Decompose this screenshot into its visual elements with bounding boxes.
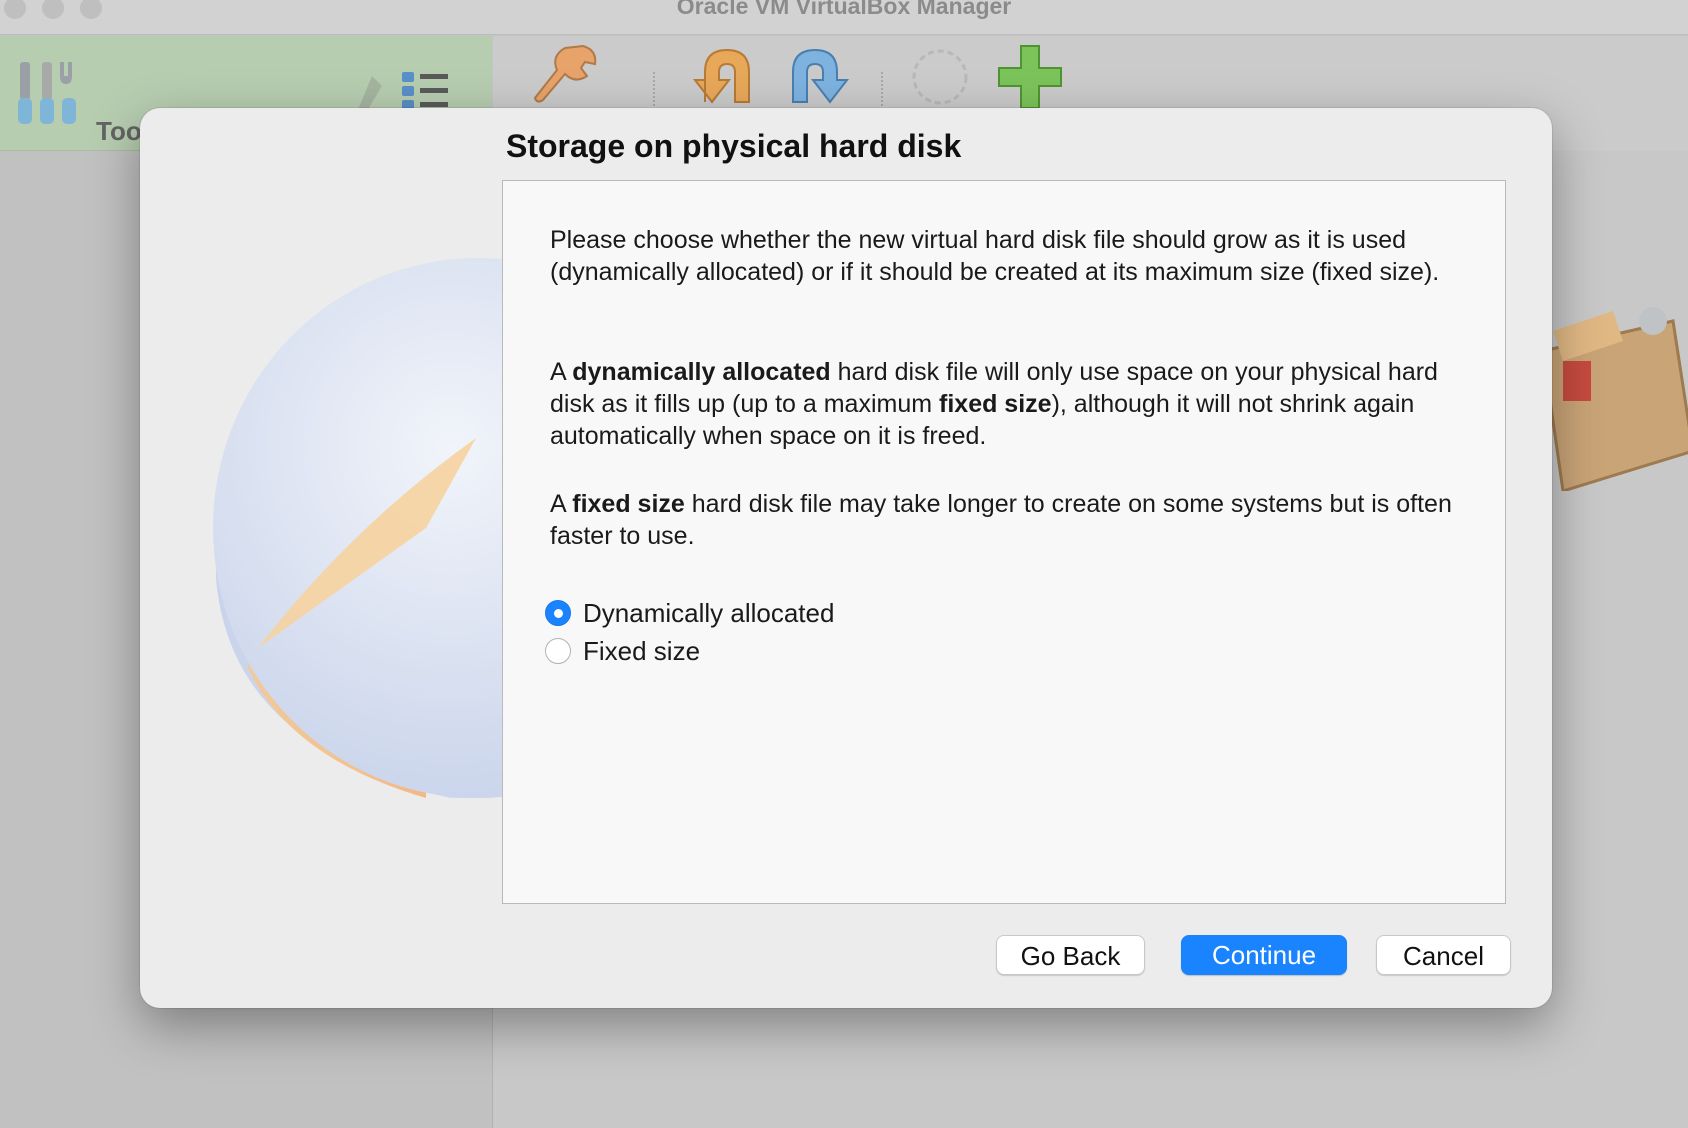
window-title: Oracle VM VirtualBox Manager xyxy=(676,0,1012,19)
radio-button[interactable] xyxy=(545,600,571,626)
dynamic-info-paragraph: A dynamically allocated hard disk file w… xyxy=(550,358,1438,450)
fixed-info-paragraph: A fixed size hard disk file may take lon… xyxy=(550,490,1452,550)
cancel-button[interactable]: Cancel xyxy=(1376,935,1511,975)
list-menu-icon[interactable] xyxy=(400,70,450,112)
toolbox-illustration-icon xyxy=(1541,307,1688,491)
go-back-button[interactable]: Go Back xyxy=(996,935,1145,975)
radio-label: Dynamically allocated xyxy=(583,597,835,628)
add-plus-icon[interactable] xyxy=(995,42,1065,112)
gear-placeholder-icon xyxy=(912,49,968,105)
option-dynamically-allocated[interactable]: Dynamically allocated xyxy=(545,597,834,629)
start-arrow-icon[interactable] xyxy=(785,42,855,112)
window-titlebar: Oracle VM VirtualBox Manager xyxy=(0,0,1688,35)
tools-icon xyxy=(18,62,76,124)
settings-wrench-icon[interactable] xyxy=(533,42,603,112)
continue-button[interactable]: Continue xyxy=(1181,935,1347,975)
radio-button[interactable] xyxy=(545,638,571,664)
discard-arrow-icon[interactable] xyxy=(683,42,753,112)
intro-paragraph: Please choose whether the new virtual ha… xyxy=(550,226,1440,286)
dialog-content-panel: Please choose whether the new virtual ha… xyxy=(502,180,1506,904)
option-fixed-size[interactable]: Fixed size xyxy=(545,635,700,667)
radio-label: Fixed size xyxy=(583,635,701,666)
create-disk-dialog: Storage on physical hard disk Please cho… xyxy=(140,108,1552,1008)
dialog-title: Storage on physical hard disk xyxy=(506,128,962,164)
